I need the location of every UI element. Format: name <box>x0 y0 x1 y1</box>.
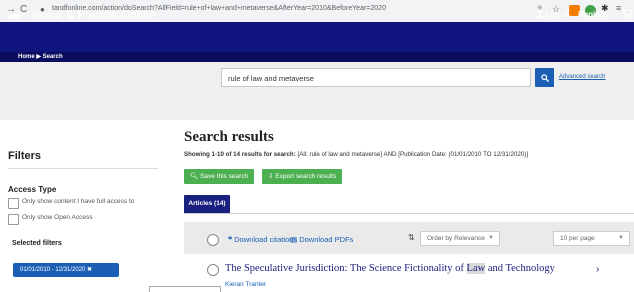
results-summary: Showing 1-10 of 14 results for search: [… <box>184 151 528 158</box>
result-title-text-end: and Technology <box>485 263 555 274</box>
page-title: Search results <box>184 129 274 145</box>
result-checkbox[interactable] <box>207 264 219 276</box>
select-all-checkbox[interactable] <box>207 234 219 246</box>
access-type-heading: Access Type <box>8 185 57 194</box>
export-icon: ⇩ <box>268 173 274 180</box>
export-results-button[interactable]: ⇩ Export search results <box>262 169 343 184</box>
result-title-highlight: Law <box>466 263 486 274</box>
tab-articles[interactable]: Articles (14) <box>184 195 230 213</box>
user-icon <box>535 9 544 20</box>
filters-divider <box>8 168 158 169</box>
header-separator: | <box>567 8 570 19</box>
download-pdfs-label: Download PDFs <box>299 235 354 244</box>
results-count: Showing 1-10 of 14 results for search: <box>184 151 296 158</box>
per-page-value: 10 per page <box>560 235 595 242</box>
result-author-link[interactable]: Kieran Tranter <box>225 281 266 288</box>
search-input[interactable]: rule of law and metaverse <box>221 68 531 87</box>
full-access-checkbox[interactable] <box>8 198 19 209</box>
chevron-down-icon: ▼ <box>618 235 624 241</box>
pdf-icon: ▤ <box>290 235 298 244</box>
register-link[interactable]: Register <box>578 10 610 19</box>
download-citations-label: Download citations <box>234 235 298 244</box>
results-query: [All: rule of law and metaverse] AND [Pu… <box>295 151 529 158</box>
full-access-label[interactable]: Only show content I have full access to <box>22 198 134 205</box>
site-header <box>0 22 634 52</box>
site-logo-text[interactable]: Taylor & Francis Online <box>30 8 156 22</box>
sort-icon: ⇅ <box>408 233 415 242</box>
date-filter-chip[interactable]: 01/01/2010 - 12/31/2020 ✖ <box>13 263 119 277</box>
advanced-search-link[interactable]: Advanced search <box>559 74 605 80</box>
quote-icon: ❝ <box>228 235 233 244</box>
login-link[interactable]: Log in <box>545 10 569 19</box>
result-title-text: The Speculative Jurisdiction: The Scienc… <box>225 263 467 274</box>
breadcrumb[interactable]: Home ▶ Search <box>18 53 63 60</box>
export-results-label: Export search results <box>275 173 337 180</box>
search-icon: 🔍︎ <box>190 173 199 180</box>
floating-widget <box>149 286 221 292</box>
result-title-link[interactable]: The Speculative Jurisdiction: The Scienc… <box>225 263 555 274</box>
save-search-button[interactable]: 🔍︎ Save this search <box>184 169 255 184</box>
chevron-down-icon: ▼ <box>488 235 494 241</box>
breadcrumb-bar <box>0 52 634 62</box>
save-search-label: Save this search <box>200 173 249 180</box>
chevron-right-icon[interactable]: › <box>596 264 599 275</box>
open-access-label[interactable]: Only show Open Access <box>22 214 92 221</box>
taylor-francis-logo-icon[interactable] <box>7 9 25 24</box>
per-page-select[interactable]: 10 per page ▼ <box>553 231 630 246</box>
open-access-checkbox[interactable] <box>8 214 19 225</box>
search-button[interactable] <box>535 68 554 87</box>
filters-heading: Filters <box>8 150 42 162</box>
search-icon <box>540 72 549 82</box>
order-by-value: Order by Relevance <box>427 235 485 242</box>
tab-divider <box>184 213 634 214</box>
selected-filters-heading: Selected filters <box>12 240 62 247</box>
download-citations-link[interactable]: ❝ Download citations <box>228 235 297 244</box>
download-pdfs-link[interactable]: ▤ Download PDFs <box>290 235 353 244</box>
cart-icon[interactable] <box>621 8 633 21</box>
order-by-select[interactable]: Order by Relevance ▼ <box>420 231 500 246</box>
